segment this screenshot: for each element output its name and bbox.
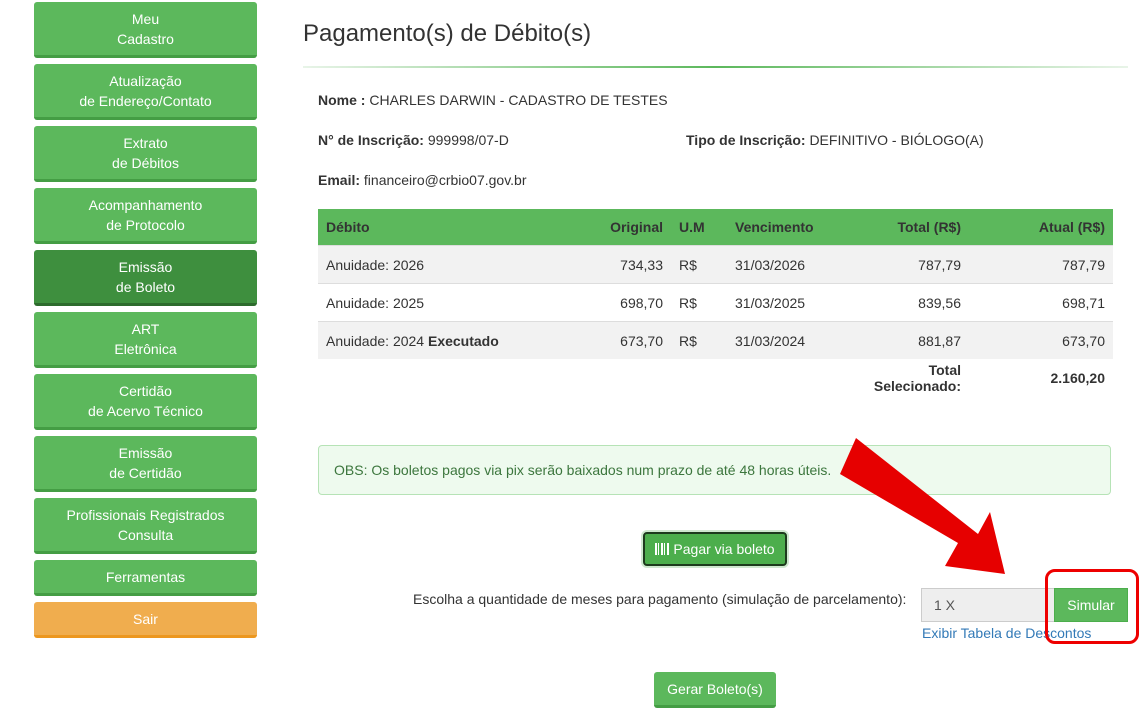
months-input[interactable]: [921, 588, 1056, 622]
email-label: Email:: [318, 172, 361, 188]
sidebar: Meu Cadastro Atualização de Endereço/Con…: [34, 2, 257, 644]
table-row[interactable]: Anuidade: 2026 734,33 R$ 31/03/2026 787,…: [318, 245, 1113, 284]
cell-original: 673,70: [589, 321, 671, 359]
table-row[interactable]: Anuidade: 2025 698,70 R$ 31/03/2025 839,…: [318, 283, 1113, 322]
sidebar-item-meu-cadastro[interactable]: Meu Cadastro: [34, 2, 257, 58]
sidebar-item-emissao-certidao[interactable]: Emissão de Certidão: [34, 436, 257, 492]
cell-um: R$: [671, 245, 727, 284]
inscricao-label: N° de Inscrição:: [318, 132, 424, 148]
pay-boleto-label: Pagar via boleto: [673, 541, 775, 557]
col-debito: Débito: [318, 209, 589, 246]
tipo-value: DEFINITIVO - BIÓLOGO(A): [809, 132, 984, 148]
col-total: Total (R$): [843, 209, 969, 246]
inscricao-info: N° de Inscrição: 999998/07-D: [318, 132, 509, 148]
col-atual: Atual (R$): [969, 209, 1113, 246]
cell-atual: 698,71: [969, 283, 1113, 322]
cell-total: 787,79: [843, 245, 969, 284]
sidebar-item-sair[interactable]: Sair: [34, 602, 257, 638]
total-row: Total Selecionado: 2.160,20: [318, 359, 1113, 396]
pay-boleto-button[interactable]: Pagar via boleto: [643, 532, 787, 566]
table-header-row: Débito Original U.M Vencimento Total (R$…: [318, 209, 1113, 246]
cell-debito: Anuidade: 2026: [318, 245, 589, 284]
cell-total: 881,87: [843, 321, 969, 359]
email-info: Email: financeiro@crbio07.gov.br: [318, 172, 527, 188]
cell-vencimento: 31/03/2024: [727, 321, 843, 359]
barcode-icon: [655, 543, 670, 555]
cell-atual: 673,70: [969, 321, 1113, 359]
obs-text: OBS: Os boletos pagos via pix serão baix…: [334, 462, 832, 478]
sidebar-item-profissionais-registrados[interactable]: Profissionais Registrados Consulta: [34, 498, 257, 554]
sidebar-item-ferramentas[interactable]: Ferramentas: [34, 560, 257, 596]
cell-vencimento: 31/03/2025: [727, 283, 843, 322]
sidebar-item-atualizacao-endereco[interactable]: Atualização de Endereço/Contato: [34, 64, 257, 120]
cell-vencimento: 31/03/2026: [727, 245, 843, 284]
inscricao-value: 999998/07-D: [427, 132, 509, 148]
tipo-info: Tipo de Inscrição: DEFINITIVO - BIÓLOGO(…: [686, 132, 984, 148]
cell-debito: Anuidade: 2025: [318, 283, 589, 322]
col-original: Original: [589, 209, 671, 246]
col-vencimento: Vencimento: [727, 209, 843, 246]
title-divider: [303, 66, 1128, 68]
name-label: Nome :: [318, 92, 366, 108]
gerar-boleto-button[interactable]: Gerar Boleto(s): [654, 672, 776, 708]
page-title: Pagamento(s) de Débito(s): [303, 20, 592, 47]
annotation-highlight-box: [1045, 569, 1139, 644]
total-selected-label: Total Selecionado:: [843, 359, 969, 396]
col-um: U.M: [671, 209, 727, 246]
cell-um: R$: [671, 283, 727, 322]
cell-atual: 787,79: [969, 245, 1113, 284]
total-selected-value: 2.160,20: [969, 359, 1113, 396]
status-executado: Executado: [427, 332, 499, 349]
cell-original: 698,70: [589, 283, 671, 322]
sidebar-item-art-eletronica[interactable]: ART Eletrônica: [34, 312, 257, 368]
table-row[interactable]: Anuidade: 2024 Executado 673,70 R$ 31/03…: [318, 321, 1113, 359]
cell-original: 734,33: [589, 245, 671, 284]
tipo-label: Tipo de Inscrição:: [686, 132, 806, 148]
cell-um: R$: [671, 321, 727, 359]
annotation-arrow-icon: [840, 438, 1005, 574]
sidebar-item-certidao-acervo[interactable]: Certidão de Acervo Técnico: [34, 374, 257, 430]
debts-table: Débito Original U.M Vencimento Total (R$…: [318, 209, 1113, 396]
name-info: Nome : CHARLES DARWIN - CADASTRO DE TEST…: [318, 92, 668, 108]
sidebar-item-emissao-boleto[interactable]: Emissão de Boleto: [34, 250, 257, 306]
sidebar-item-extrato-debitos[interactable]: Extrato de Débitos: [34, 126, 257, 182]
cell-debito: Anuidade: 2024 Executado: [318, 321, 589, 359]
email-value: financeiro@crbio07.gov.br: [363, 172, 527, 188]
months-label: Escolha a quantidade de meses para pagam…: [413, 591, 907, 607]
name-value: CHARLES DARWIN - CADASTRO DE TESTES: [369, 92, 668, 108]
cell-total: 839,56: [843, 283, 969, 322]
sidebar-item-acompanhamento-protocolo[interactable]: Acompanhamento de Protocolo: [34, 188, 257, 244]
